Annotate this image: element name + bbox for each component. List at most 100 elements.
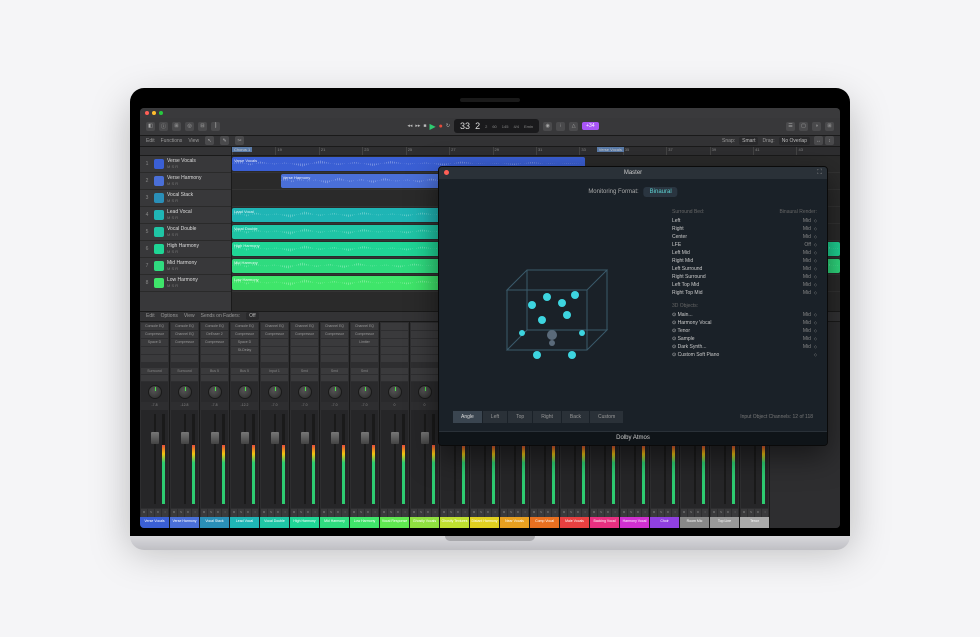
track-controls[interactable]: M S R [167, 198, 228, 203]
edit-menu[interactable]: Edit [146, 138, 155, 144]
view-tab-top[interactable]: Top [508, 411, 532, 423]
fader[interactable] [291, 410, 318, 508]
track-header[interactable]: 5 Vocal Double M S R [140, 224, 231, 241]
insert-slot[interactable]: Space D [141, 339, 168, 346]
channel-m-button[interactable]: M [201, 509, 207, 517]
channel-r-button[interactable]: R [695, 509, 701, 517]
inspector-button[interactable]: ⓘ [159, 122, 168, 131]
channel-r-button[interactable]: R [755, 509, 761, 517]
drag-value[interactable]: No Overlap [779, 137, 810, 145]
channel-output[interactable]: Smd [321, 368, 348, 374]
view-tab-left[interactable]: Left [483, 411, 507, 423]
track-controls[interactable]: M S R [167, 215, 228, 220]
insert-slot[interactable] [321, 347, 348, 354]
channel-input[interactable] [141, 375, 168, 381]
channel-i-button[interactable]: I [702, 509, 708, 517]
channel-s-button[interactable]: S [358, 509, 364, 517]
channel-s-button[interactable]: S [148, 509, 154, 517]
smart-controls-button[interactable]: ◎ [185, 122, 194, 131]
atmos-panel[interactable]: Master ⛶ Monitoring Format: Binaural [438, 166, 828, 446]
fader[interactable] [381, 410, 408, 508]
bed-channel-row[interactable]: Right MidMid [672, 257, 817, 265]
zoom-icon[interactable] [159, 111, 163, 115]
fader[interactable] [351, 410, 378, 508]
panel-close-icon[interactable] [444, 170, 449, 175]
insert-slot[interactable]: Channel EQ [171, 331, 198, 338]
lcd-display[interactable]: 33 2 2 60 145 4/4 Emin [454, 119, 539, 133]
pan-knob[interactable] [411, 382, 438, 402]
bed-render-mode[interactable]: Off [804, 242, 817, 248]
channel-s-button[interactable]: S [418, 509, 424, 517]
channel-m-button[interactable]: M [681, 509, 687, 517]
bed-channel-row[interactable]: Left MidMid [672, 249, 817, 257]
channel-s-button[interactable]: S [208, 509, 214, 517]
channel-i-button[interactable]: I [252, 509, 258, 517]
track-icon[interactable] [154, 176, 164, 186]
view-tab-right[interactable]: Right [533, 411, 561, 423]
list-editors-button[interactable]: ☰ [786, 122, 795, 131]
fader[interactable] [321, 410, 348, 508]
insert-slot[interactable]: Console EQ [201, 323, 228, 330]
channel-m-button[interactable]: M [531, 509, 537, 517]
channel-m-button[interactable]: M [501, 509, 507, 517]
channel-s-button[interactable]: S [628, 509, 634, 517]
fader[interactable] [261, 410, 288, 508]
functions-menu[interactable]: Functions [161, 138, 183, 144]
channel-i-button[interactable]: I [672, 509, 678, 517]
channel-label[interactable]: Distant Harmony [470, 517, 499, 528]
cpu-badge[interactable]: +34 [582, 122, 598, 130]
track-controls[interactable]: M S R [167, 232, 228, 237]
browser-button[interactable]: ⊞ [825, 122, 834, 131]
channel-r-button[interactable]: R [635, 509, 641, 517]
atmos-object-icon[interactable] [568, 351, 576, 359]
insert-slot[interactable] [291, 339, 318, 346]
atmos-object-icon[interactable] [519, 330, 525, 336]
insert-slot[interactable] [411, 355, 438, 362]
fader[interactable] [171, 410, 198, 508]
channel-i-button[interactable]: I [642, 509, 648, 517]
rewind-button[interactable]: ◂◂ [407, 123, 412, 129]
bed-render-mode[interactable]: Mid [803, 290, 817, 296]
insert-slot[interactable]: Compressor [201, 339, 228, 346]
record-button[interactable]: ● [439, 123, 443, 130]
bed-channel-row[interactable]: Right Top MidMid [672, 289, 817, 297]
pan-knob[interactable] [291, 382, 318, 402]
timeline-ruler[interactable]: Chorus 1 Verse Vocals 171921232527293133… [140, 147, 840, 156]
view-tab-back[interactable]: Back [562, 411, 589, 423]
channel-r-button[interactable]: R [455, 509, 461, 517]
insert-slot[interactable] [321, 355, 348, 362]
insert-slot[interactable] [231, 355, 258, 362]
bed-render-mode[interactable]: Mid [803, 226, 817, 232]
object-row[interactable]: ⊙ Main...Mid [672, 311, 817, 319]
fader[interactable] [231, 410, 258, 508]
channel-m-button[interactable]: M [711, 509, 717, 517]
bed-render-mode[interactable]: Mid [803, 250, 817, 256]
channel-m-button[interactable]: M [621, 509, 627, 517]
channel-m-button[interactable]: M [411, 509, 417, 517]
channel-r-button[interactable]: R [215, 509, 221, 517]
track-controls[interactable]: M S R [167, 249, 228, 254]
insert-slot[interactable] [261, 347, 288, 354]
view-menu[interactable]: View [188, 138, 199, 144]
channel-i-button[interactable]: I [222, 509, 228, 517]
channel-i-button[interactable]: I [582, 509, 588, 517]
channel-s-button[interactable]: S [298, 509, 304, 517]
monitoring-value[interactable]: Binaural [644, 187, 678, 197]
insert-slot[interactable]: Compressor [321, 331, 348, 338]
channel-strip[interactable]: Channel EQCompressor Smd -7.0 MSRI High … [290, 322, 320, 528]
insert-slot[interactable]: Limiter [351, 339, 378, 346]
track-header[interactable]: 7 Mid Harmony M S R [140, 258, 231, 275]
channel-r-button[interactable]: R [185, 509, 191, 517]
insert-slot[interactable] [381, 331, 408, 338]
insert-slot[interactable] [201, 355, 228, 362]
fader[interactable] [141, 410, 168, 508]
channel-s-button[interactable]: S [508, 509, 514, 517]
channel-label[interactable]: Ghostly Textures [440, 517, 469, 528]
object-row[interactable]: ⊙ TenorMid [672, 327, 817, 335]
bed-render-mode[interactable]: Mid [803, 234, 817, 240]
channel-output[interactable]: Surround [171, 368, 198, 374]
track-icon[interactable] [154, 193, 164, 203]
insert-slot[interactable] [171, 355, 198, 362]
bed-channel-row[interactable]: Right SurroundMid [672, 273, 817, 281]
channel-r-button[interactable]: R [395, 509, 401, 517]
